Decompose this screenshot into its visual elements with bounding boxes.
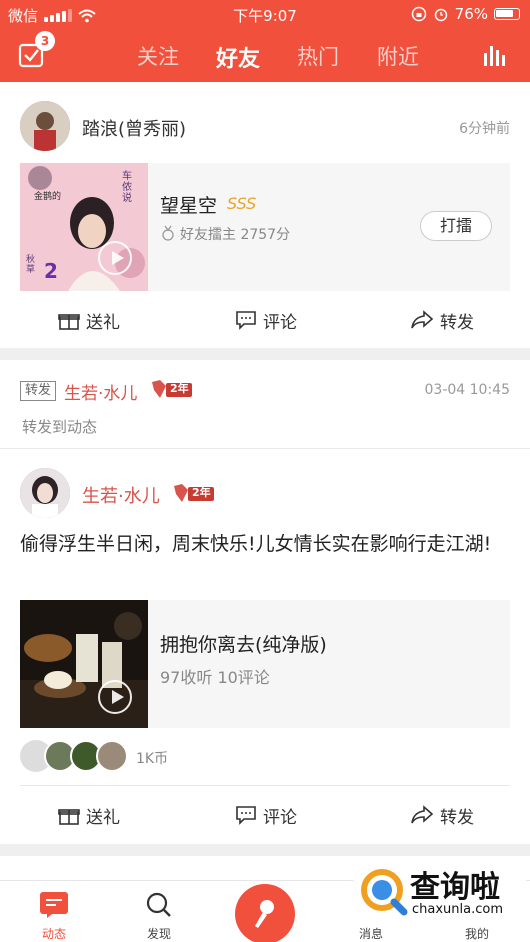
song-stats: 97收听 10评论 [160,668,270,687]
share-label: 转发 [440,312,474,333]
sing-button[interactable] [235,884,295,942]
avatar[interactable] [20,468,70,518]
comment-label: 评论 [263,312,297,333]
gift-label: 送礼 [86,312,120,333]
play-icon[interactable] [98,680,132,714]
section-divider [0,844,530,856]
song-cover[interactable] [20,600,148,728]
cover-text: 秋草 [26,255,36,275]
watermark-url: chaxunla.com [412,902,503,917]
level-badge: SSS [227,194,257,213]
top-tabs: 关注 好友 热门 附近 [118,41,438,73]
share-button[interactable]: 转发 [410,292,474,348]
repost-note: 转发到动态 [22,418,98,436]
tab-messages-label: 消息 [358,927,383,941]
coin-count: 1K币 [136,751,169,767]
host-info: 好友擂主 2757分 [180,224,290,244]
checkin-badge: 3 [35,31,55,51]
tab-hot[interactable]: 热门 [278,41,358,73]
tab-nearby[interactable]: 附近 [358,41,438,73]
gift-icon [58,314,80,330]
comment-label: 评论 [263,807,297,828]
gift-button[interactable]: 送礼 [58,292,120,348]
lock-rotation-icon [411,6,426,22]
song-card[interactable]: 金鹊的 车侬说 秋草 2 望星空 SSS 好友擂主 2757分 打擂 [20,163,510,291]
song-card[interactable]: 拥抱你离去(纯净版) 97收听 10评论 [20,600,510,728]
watermark-brand: 查询啦 [410,870,500,905]
tab-me-label: 我的 [464,927,489,941]
separator [0,448,530,449]
search-icon [146,892,171,917]
challenge-button[interactable]: 打擂 [420,211,492,241]
host-label: 好友擂主 [180,227,236,243]
status-right: 76% [411,5,520,23]
ranking-icon[interactable] [482,43,508,67]
comment-icon [236,806,256,825]
gifter-avatars[interactable] [20,740,130,772]
tab-discover[interactable]: 发现 [119,881,199,942]
vip-label: 2年 [170,382,189,395]
avatar [96,740,128,772]
share-icon [411,310,434,329]
microphone-icon [255,900,274,928]
comment-button[interactable]: 评论 [235,787,297,843]
cover-text: 车侬说 [122,171,132,204]
battery-percent: 76% [454,5,488,23]
repost-username[interactable]: 生若·水儿 [64,379,137,404]
gift-label: 送礼 [86,807,120,828]
repost-tag: 转发 [20,381,57,401]
song-cover[interactable]: 金鹊的 车侬说 秋草 2 [20,163,148,291]
avatar[interactable] [20,101,70,151]
post-username[interactable]: 生若·水儿 [82,482,160,508]
cover-text: 2 [44,259,58,283]
play-icon[interactable] [98,241,132,275]
battery-icon [494,8,520,20]
post-actions: 送礼 评论 转发 [0,292,530,348]
tab-follow[interactable]: 关注 [118,41,198,73]
section-divider [0,348,530,360]
post-time: 6分钟前 [459,121,510,137]
tab-friends[interactable]: 好友 [198,41,278,73]
gift-icon [58,809,80,825]
tab-discover-label: 发现 [146,927,171,941]
medal-icon [162,225,174,241]
comment-button[interactable]: 评论 [235,292,297,348]
gift-button[interactable]: 送礼 [58,787,120,843]
post-text: 偷得浮生半日闲，周末快乐!儿女情长实在影响行走江湖! [20,533,492,555]
post-actions: 送礼 评论 转发 [0,787,530,843]
share-button[interactable]: 转发 [410,787,474,843]
main-nav: 3 关注 好友 热门 附近 [0,28,530,82]
vip-label: 2年 [192,486,211,499]
separator [20,785,510,786]
share-icon [411,805,434,824]
watermark-logo-icon [361,869,408,916]
post-username[interactable]: 踏浪(曾秀丽) [82,115,186,141]
tab-feed-label: 动态 [41,927,66,941]
feed-icon [40,892,68,918]
song-title: 望星空 [160,195,218,217]
song-title: 拥抱你离去(纯净版) [160,634,327,656]
top-header: 微信 下午9:07 76% 3 关注 好友 热门 附近 [0,0,530,82]
comment-icon [236,311,256,330]
cover-text: 金鹊的 [34,192,62,202]
share-label: 转发 [440,807,474,828]
status-bar: 微信 下午9:07 76% [0,0,530,28]
watermark: 查询啦 chaxunla.com [352,858,528,924]
repost-time: 03-04 10:45 [424,382,510,398]
alarm-icon [434,8,447,22]
tab-feed[interactable]: 动态 [14,881,94,942]
host-score: 2757分 [240,227,291,243]
